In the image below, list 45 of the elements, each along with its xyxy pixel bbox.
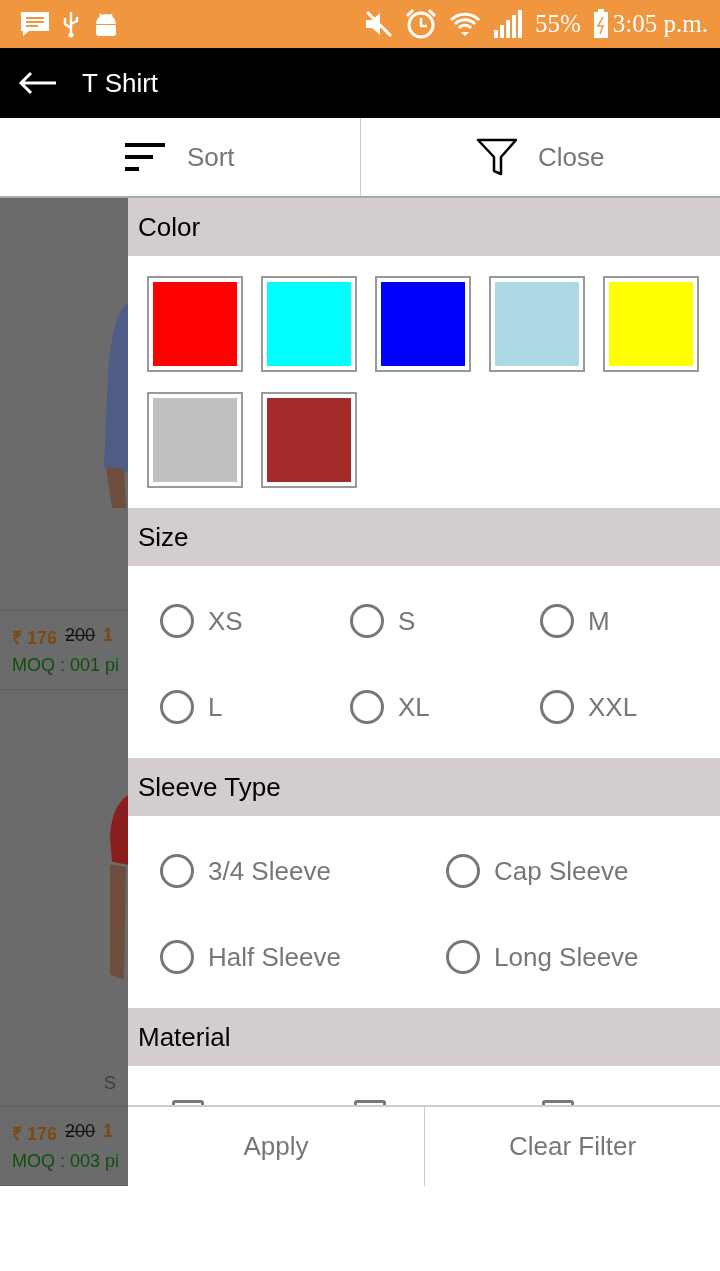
filter-icon: [476, 138, 518, 176]
option-label: XL: [398, 691, 430, 723]
option-label: 3/4 Sleeve: [208, 855, 331, 887]
radio-option[interactable]: Half Sleeve: [160, 914, 446, 1000]
screen-title: T Shirt: [82, 67, 159, 99]
radio-option[interactable]: L: [160, 664, 350, 750]
alarm-icon: [405, 8, 437, 40]
signal-icon: [493, 10, 523, 38]
option-label: S: [398, 605, 416, 637]
option-label: XS: [208, 605, 243, 637]
battery-icon: [592, 9, 609, 39]
radio-option[interactable]: 3/4 Sleeve: [160, 828, 446, 914]
old-price: 200: [65, 1120, 96, 1143]
price: ₹ 176: [12, 1122, 58, 1145]
moq-text: MOQ : 001 pi: [12, 654, 121, 676]
radio-option[interactable]: S: [350, 578, 540, 664]
radio-option[interactable]: Cap Sleeve: [446, 828, 716, 914]
moq-text: MOQ : 003 pi: [12, 1150, 121, 1172]
option-label: Long Sleeve: [494, 941, 639, 973]
discount: 1: [103, 624, 114, 647]
option-label: Cap Sleeve: [494, 855, 629, 887]
radio-option[interactable]: M: [540, 578, 720, 664]
old-price: 200: [65, 624, 96, 647]
usb-icon: [62, 10, 80, 38]
clock: 3:05 p.m.: [612, 10, 708, 38]
message-icon: [20, 11, 50, 37]
section-title: Sleeve Type: [138, 771, 281, 803]
price: ₹ 176: [12, 626, 58, 649]
option-label: XXL: [588, 691, 638, 723]
back-arrow-icon[interactable]: [18, 71, 58, 95]
section-title: Material: [138, 1021, 231, 1053]
option-label: Half Sleeve: [208, 941, 341, 973]
radio-option[interactable]: XXL: [540, 664, 720, 750]
section-title: Color: [138, 211, 201, 243]
option-label: L: [208, 691, 223, 723]
mute-icon: [363, 10, 393, 38]
radio-option[interactable]: Long Sleeve: [446, 914, 716, 1000]
battery-percent: 55%: [535, 10, 581, 38]
radio-option[interactable]: XS: [160, 578, 350, 664]
section-title: Size: [138, 521, 189, 553]
option-label: M: [588, 605, 610, 637]
discount: 1: [103, 1120, 114, 1143]
sort-icon: [124, 143, 167, 171]
wifi-icon: [449, 11, 481, 37]
radio-option[interactable]: XL: [350, 664, 540, 750]
